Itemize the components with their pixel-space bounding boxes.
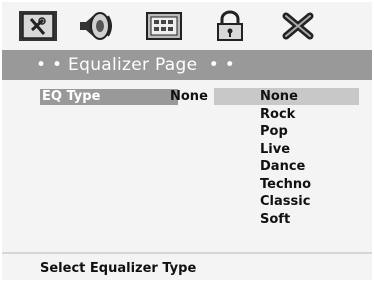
eq-option-none[interactable]: None bbox=[214, 88, 359, 105]
osd-screen: • • Equalizer Page • • EQ Type None None… bbox=[2, 2, 372, 280]
eq-option-classic[interactable]: Classic bbox=[214, 193, 359, 210]
eq-option-dance[interactable]: Dance bbox=[214, 158, 359, 175]
status-message: Select Equalizer Type bbox=[40, 261, 197, 276]
eq-type-label[interactable]: EQ Type bbox=[40, 89, 178, 105]
page-title: • • Equalizer Page • • bbox=[36, 55, 236, 75]
page-title-bar: • • Equalizer Page • • bbox=[2, 50, 372, 80]
eq-type-value: None bbox=[170, 89, 208, 104]
eq-option-pop[interactable]: Pop bbox=[214, 123, 359, 140]
status-divider bbox=[2, 252, 372, 254]
menu-icon-bar bbox=[2, 2, 372, 46]
speaker-setup-icon[interactable] bbox=[76, 10, 116, 42]
password-lock-icon[interactable] bbox=[210, 10, 250, 42]
eq-option-live[interactable]: Live bbox=[214, 141, 359, 158]
exit-icon[interactable] bbox=[278, 10, 318, 42]
general-setup-icon[interactable] bbox=[18, 10, 58, 42]
eq-option-soft[interactable]: Soft bbox=[214, 211, 359, 228]
eq-option-rock[interactable]: Rock bbox=[214, 106, 359, 123]
video-setup-icon[interactable] bbox=[144, 10, 184, 42]
eq-option-techno[interactable]: Techno bbox=[214, 176, 359, 193]
